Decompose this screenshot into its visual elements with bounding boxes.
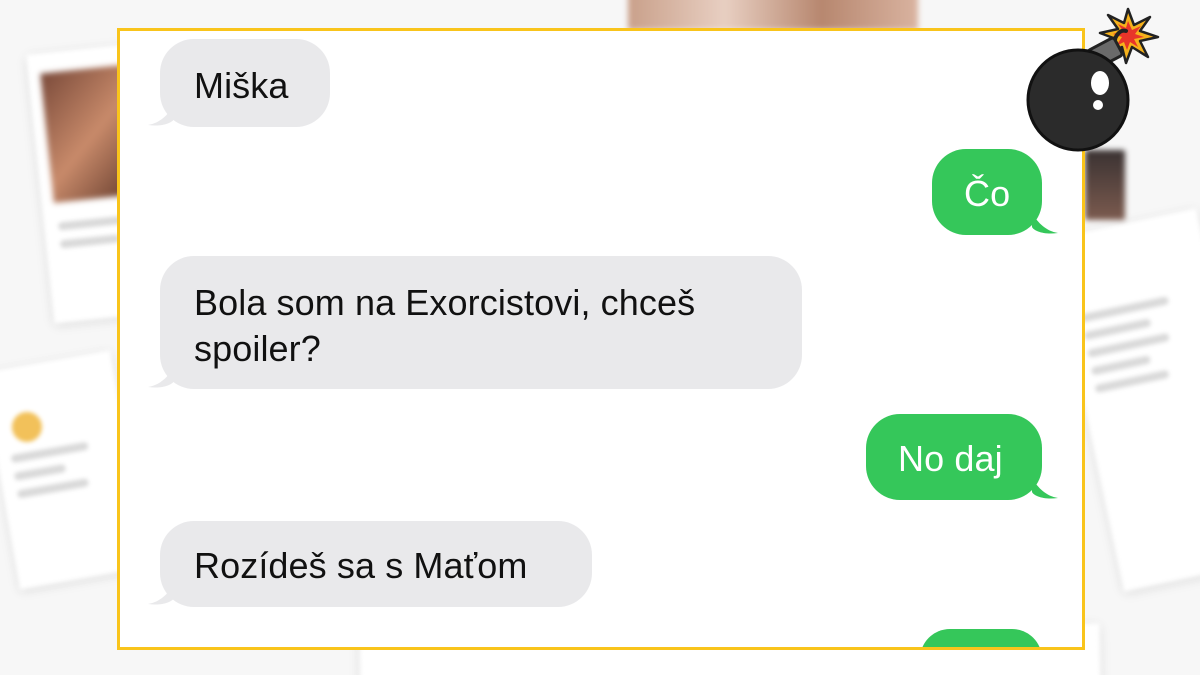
- message-bubble-outgoing: Čo: [932, 149, 1042, 235]
- message-text: No daj: [898, 438, 1003, 479]
- bomb-icon: [1026, 7, 1160, 152]
- stage: Miška Čo Bola som na Exorcistovi, chceš …: [0, 0, 1200, 675]
- message-text: Miška: [194, 65, 289, 106]
- chat-screenshot-frame: Miška Čo Bola som na Exorcistovi, chceš …: [117, 28, 1085, 650]
- bubble-tail-outgoing: [1032, 478, 1058, 499]
- message-text: Rozídeš sa s Maťom: [194, 545, 528, 586]
- message-text-line-2: spoiler?: [194, 328, 321, 369]
- background-photo-right: [1085, 150, 1125, 220]
- background-photo-top: [628, 0, 918, 30]
- bubble-tail-outgoing: [1032, 213, 1058, 234]
- bubble-tail-incoming: [148, 584, 174, 605]
- message-bubble-incoming: Rozídeš sa s Maťom: [160, 521, 592, 607]
- bubble-tail-incoming: [148, 105, 174, 126]
- message-text-line-1: Bola som na Exorcistovi, chceš: [194, 282, 696, 323]
- bubble-tail-incoming: [148, 367, 174, 388]
- message-bubble-outgoing-partial: [920, 629, 1042, 647]
- message-bubble-incoming: Bola som na Exorcistovi, chceš spoiler?: [160, 256, 802, 389]
- message-bubble-incoming: Miška: [160, 39, 330, 127]
- message-text: Čo: [964, 173, 1011, 214]
- message-bubble-outgoing: No daj: [866, 414, 1042, 500]
